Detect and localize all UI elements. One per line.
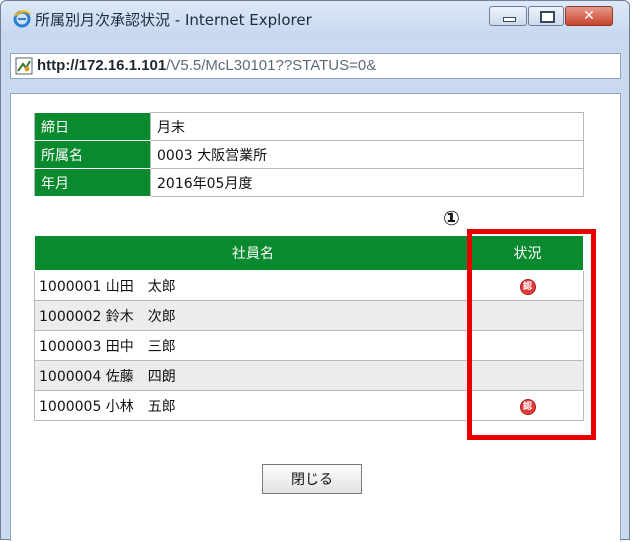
info-label: 年月: [34, 168, 151, 197]
employee-name: 1000003 田中 三郎: [34, 330, 472, 361]
column-header-name: 社員名: [34, 235, 472, 271]
page-icon: [15, 57, 33, 75]
address-bar[interactable]: http://172.16.1.101/V5.5/McL30101??STATU…: [10, 53, 621, 79]
page-content: 締日 月末 所属名 0003 大阪営業所 年月 2016年05月度 社員名 状況…: [10, 93, 621, 541]
close-window-button[interactable]: ✕: [565, 6, 613, 26]
minimize-button[interactable]: [489, 6, 527, 26]
employee-name: 1000002 鈴木 次郎: [34, 300, 472, 331]
info-value: 0003 大阪営業所: [150, 140, 584, 169]
employee-name: 1000004 佐藤 四朗: [34, 360, 472, 391]
close-button[interactable]: 閉じる: [262, 464, 362, 494]
info-row: 年月 2016年05月度: [34, 168, 584, 197]
info-label: 所属名: [34, 140, 151, 169]
maximize-button[interactable]: [528, 6, 564, 26]
info-value: 2016年05月度: [150, 168, 584, 197]
status-column-highlight: [467, 229, 596, 440]
info-label: 締日: [34, 112, 151, 141]
url-host: http://172.16.1.101: [37, 57, 167, 74]
info-row: 締日 月末: [34, 112, 584, 141]
minimize-icon: [503, 17, 516, 22]
info-row: 所属名 0003 大阪営業所: [34, 140, 584, 169]
close-icon: ✕: [583, 8, 595, 24]
title-bar[interactable]: 所属別月次承認状況 - Internet Explorer ✕: [1, 1, 629, 39]
employee-name: 1000005 小林 五郎: [34, 390, 472, 421]
browser-window: 所属別月次承認状況 - Internet Explorer ✕ http://1…: [0, 0, 630, 541]
url-path: /V5.5/McL30101??STATUS=0&: [166, 57, 377, 74]
internet-explorer-icon: [13, 10, 31, 28]
window-title: 所属別月次承認状況 - Internet Explorer: [35, 11, 312, 29]
maximize-icon: [540, 11, 555, 23]
info-table: 締日 月末 所属名 0003 大阪営業所 年月 2016年05月度: [34, 112, 584, 197]
url-text: http://172.16.1.101/V5.5/McL30101??STATU…: [37, 57, 376, 74]
employee-name: 1000001 山田 太郎: [34, 270, 472, 301]
info-value: 月末: [150, 112, 584, 141]
annotation-marker: ①: [443, 206, 460, 230]
